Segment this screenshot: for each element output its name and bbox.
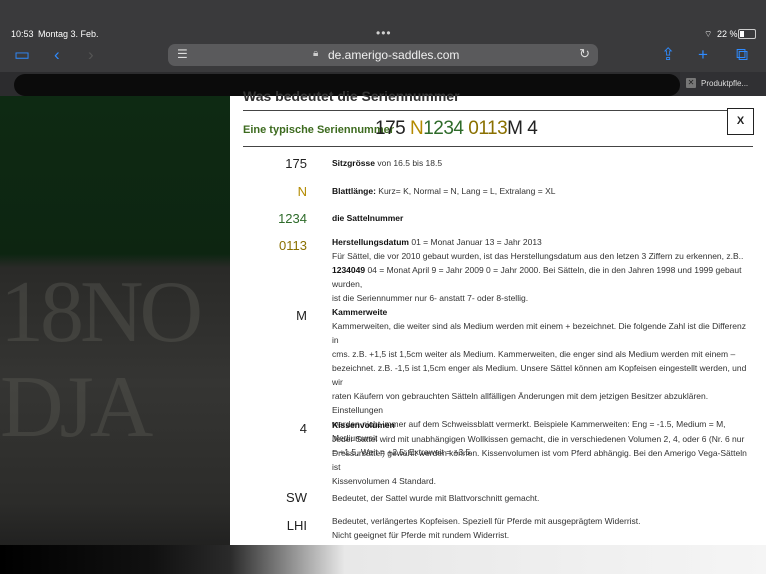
serial-info-panel: Was bedeutet die Seriennummer Eine typis… [230, 88, 766, 548]
status-date: Montag 3. Feb. [38, 29, 99, 39]
divider-top [243, 110, 753, 111]
status-time: 10:53 [11, 29, 34, 39]
row-seat-size: Sitzgrösse von 16.5 bis 18.5 [332, 158, 443, 168]
code-m: M [296, 308, 307, 323]
serial-part-date: 0113 [468, 118, 508, 139]
typical-serial-label: Eine typische Seriennummer [243, 124, 394, 136]
row-flap-length: Blattlänge: Kurz= K, Normal = N, Lang = … [332, 186, 556, 196]
address-bar[interactable]: ☰ 🔒︎ de.amerigo-saddles.com ↻ [168, 44, 598, 66]
close-icon[interactable]: ✕ [686, 78, 696, 88]
code-sw: SW [286, 490, 307, 505]
bottom-fade [0, 545, 766, 574]
embossed-serial-photo: 18NO DJA [0, 264, 203, 456]
divider-bottom [243, 146, 753, 147]
serial-part-flap: N [409, 118, 424, 139]
code-0113: 0113 [279, 238, 307, 253]
url-text[interactable]: de.amerigo-saddles.com [328, 48, 459, 62]
back-icon[interactable]: ‹ [54, 44, 60, 66]
tab-title: Produktpfle... [701, 79, 749, 88]
code-175: 175 [285, 156, 307, 171]
row-sw: Bedeutet, der Sattel wurde mit Blattvors… [332, 493, 540, 503]
reload-icon[interactable]: ↻ [579, 46, 590, 62]
serial-part-tree: M [507, 118, 523, 139]
reader-icon[interactable]: ☰ [177, 47, 188, 61]
plus-icon[interactable]: + [698, 44, 708, 66]
row-manufacture-date: Herstellungsdatum 01 = Monat Januar 13 =… [332, 237, 744, 303]
wifi-icon: ⌔ [704, 29, 713, 39]
lock-icon: 🔒︎ [313, 48, 319, 59]
serial-part-number: 1234 [423, 118, 464, 139]
battery-percent: 22 % [717, 29, 738, 39]
page-heading: Was bedeutet die Seriennummer [243, 88, 460, 104]
battery-icon [738, 29, 756, 39]
code-1234: 1234 [278, 211, 307, 226]
serial-part-panel: 4 [527, 118, 538, 139]
tab-product-care[interactable]: ✕ Produktpfle... [680, 72, 766, 96]
share-icon[interactable]: ⇪ [661, 44, 675, 66]
tabs-icon[interactable]: ⧉ [736, 44, 748, 66]
row-lhi: Bedeutet, verlängertes Kopfeisen. Spezie… [332, 516, 641, 540]
serial-example: 175 N1234 0113M 4 [375, 118, 538, 140]
forward-icon[interactable]: › [88, 44, 94, 66]
code-4: 4 [299, 421, 307, 436]
multitasking-dots[interactable]: ••• [376, 26, 392, 40]
sidebar-icon[interactable]: ▭ [14, 44, 30, 66]
code-n: N [297, 184, 307, 199]
status-bar: 10:53 Montag 3. Feb. ••• ⌔ 22 % [0, 0, 766, 40]
code-lhi: LHI [286, 518, 307, 533]
serial-part-size: 175 [375, 118, 406, 139]
row-saddle-number: die Sattelnummer [332, 213, 404, 223]
close-button[interactable]: X [727, 108, 754, 135]
row-panel-volume: Kissenvolumen Jeder Sattel wird mit unab… [332, 420, 747, 486]
